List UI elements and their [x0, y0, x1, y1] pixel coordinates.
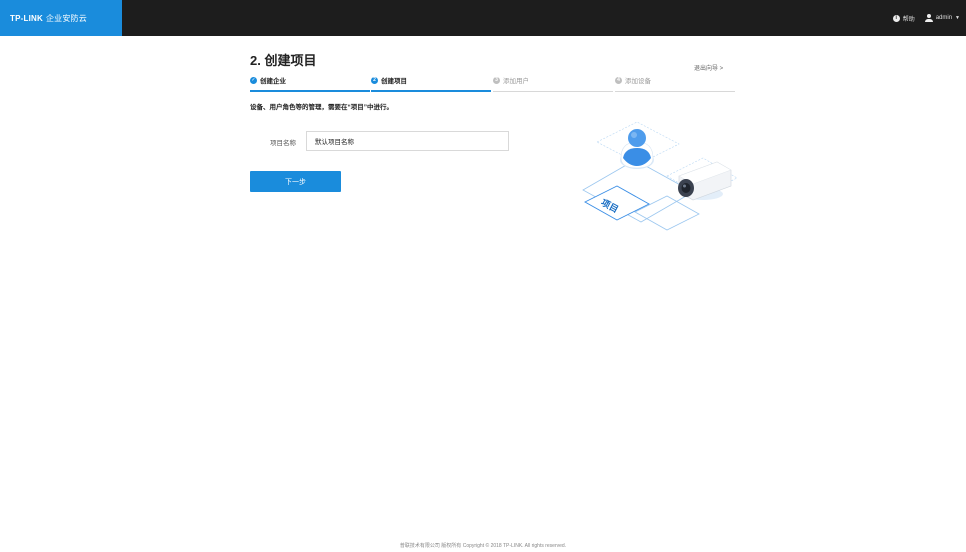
step-create-enterprise[interactable]: ✓ 创建企业 [250, 74, 370, 92]
chevron-down-icon: ▼ [955, 15, 960, 21]
step-label: 添加设备 [625, 78, 651, 85]
user-icon [924, 14, 933, 22]
help-label: 帮助 [902, 16, 915, 23]
project-name-input[interactable] [306, 131, 509, 151]
hint-text: 设备、用户角色等的管理，需要在“项目”中进行。 [250, 104, 393, 111]
footer-copyright: 普联技术有限公司 版权所有 Copyright © 2018 TP-LINK. … [399, 543, 567, 549]
brand-logo[interactable]: TP-LINK 企业安防云 [0, 0, 122, 36]
next-button[interactable]: 下一步 [250, 171, 341, 192]
step-number-icon: 2 [371, 76, 378, 84]
exit-wizard-link[interactable]: 退出向导 > [694, 63, 723, 72]
top-bar: TP-LINK 企业安防云 i 帮助 admin ▼ [0, 0, 966, 36]
step-label: 创建项目 [381, 78, 407, 85]
brand-name: TP-LINK [10, 13, 43, 23]
step-progress-line [493, 91, 613, 92]
step-create-project[interactable]: 2 创建项目 [371, 74, 491, 92]
step-add-device[interactable]: 4 添加设备 [615, 74, 735, 92]
help-icon: i [892, 14, 900, 22]
brand-subtitle: 企业安防云 [45, 13, 87, 23]
step-label: 添加用户 [503, 78, 529, 85]
step-number-icon: 3 [493, 76, 500, 84]
help-link[interactable]: i 帮助 [892, 14, 915, 23]
user-name: admin [935, 15, 953, 21]
wizard-steps: ✓ 创建企业 2 创建项目 3 添加用户 4 添加设备 [250, 74, 736, 92]
step-progress-line [371, 90, 491, 92]
step-number-icon: 4 [615, 76, 622, 84]
check-icon: ✓ [250, 76, 257, 84]
project-name-label: 项目名称 [270, 140, 296, 147]
top-right-menu: i 帮助 admin ▼ [892, 0, 960, 36]
step-label: 创建企业 [260, 78, 286, 85]
project-illustration [582, 121, 738, 231]
step-add-user[interactable]: 3 添加用户 [493, 74, 613, 92]
page-title: 2. 创建项目 [250, 53, 317, 68]
user-menu[interactable]: admin ▼ [924, 14, 960, 22]
step-progress-line [250, 90, 370, 92]
step-progress-line [615, 91, 735, 92]
